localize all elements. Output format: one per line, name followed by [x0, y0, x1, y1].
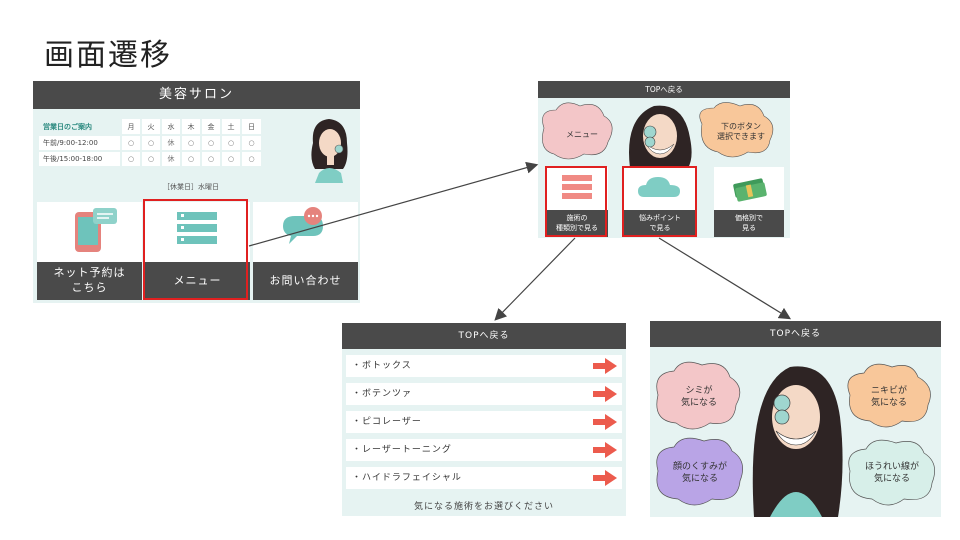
arrow-menu-to-hub — [248, 161, 539, 247]
arrow-hub-to-list — [494, 237, 576, 321]
arrow-hub-to-concern — [658, 237, 792, 320]
transition-arrows — [248, 161, 792, 321]
